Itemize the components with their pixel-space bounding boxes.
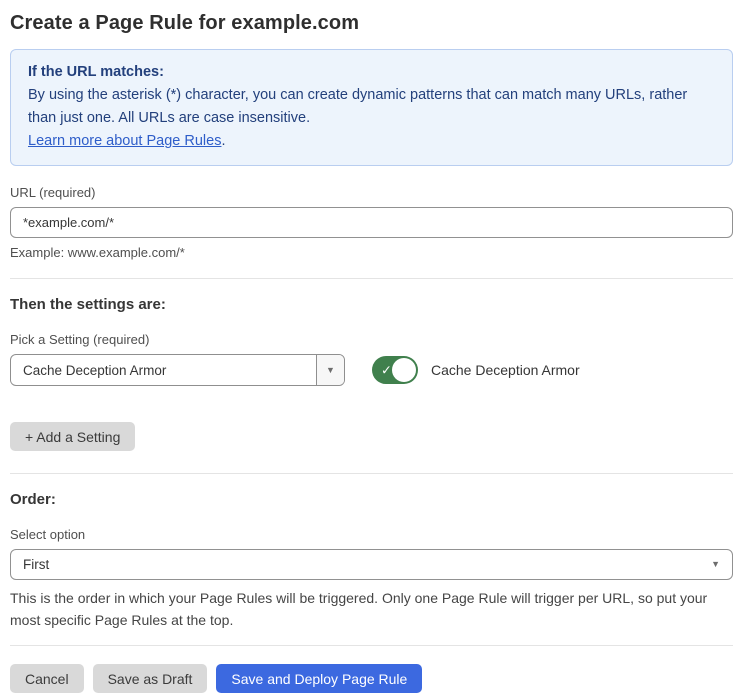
- order-select[interactable]: First ▼: [10, 549, 733, 580]
- order-section-heading: Order:: [10, 491, 733, 508]
- info-box-link-line: Learn more about Page Rules.: [28, 130, 715, 153]
- check-icon: ✓: [381, 364, 392, 377]
- info-box-body: By using the asterisk (*) character, you…: [28, 84, 715, 130]
- chevron-down-icon: ▼: [326, 366, 335, 375]
- learn-more-link[interactable]: Learn more about Page Rules: [28, 133, 221, 149]
- toggle-label: Cache Deception Armor: [431, 362, 580, 378]
- cache-deception-armor-toggle[interactable]: ✓: [372, 356, 418, 384]
- setting-select[interactable]: Cache Deception Armor ▼: [10, 354, 345, 386]
- link-suffix: .: [221, 133, 225, 149]
- setting-select-value: Cache Deception Armor: [11, 363, 316, 378]
- divider-footer: [10, 645, 733, 646]
- url-example-helper: Example: www.example.com/*: [10, 245, 733, 260]
- url-field-label: URL (required): [10, 185, 733, 200]
- order-helper-text: This is the order in which your Page Rul…: [10, 587, 733, 631]
- settings-section-heading: Then the settings are:: [10, 296, 733, 313]
- divider-url-settings: [10, 278, 733, 279]
- setting-picker-label: Pick a Setting (required): [10, 332, 733, 347]
- setting-row: Cache Deception Armor ▼ ✓ Cache Deceptio…: [10, 354, 733, 386]
- chevron-down-icon: ▼: [711, 560, 720, 569]
- add-setting-button[interactable]: + Add a Setting: [10, 422, 135, 451]
- url-match-info-box: If the URL matches: By using the asteris…: [10, 49, 733, 166]
- page-title: Create a Page Rule for example.com: [10, 12, 733, 35]
- setting-select-arrow-button[interactable]: ▼: [316, 355, 344, 385]
- info-box-heading: If the URL matches:: [28, 61, 715, 84]
- url-input[interactable]: [10, 207, 733, 238]
- order-select-value: First: [23, 557, 49, 572]
- toggle-knob: [392, 358, 416, 382]
- divider-settings-order: [10, 473, 733, 474]
- order-select-label: Select option: [10, 527, 733, 542]
